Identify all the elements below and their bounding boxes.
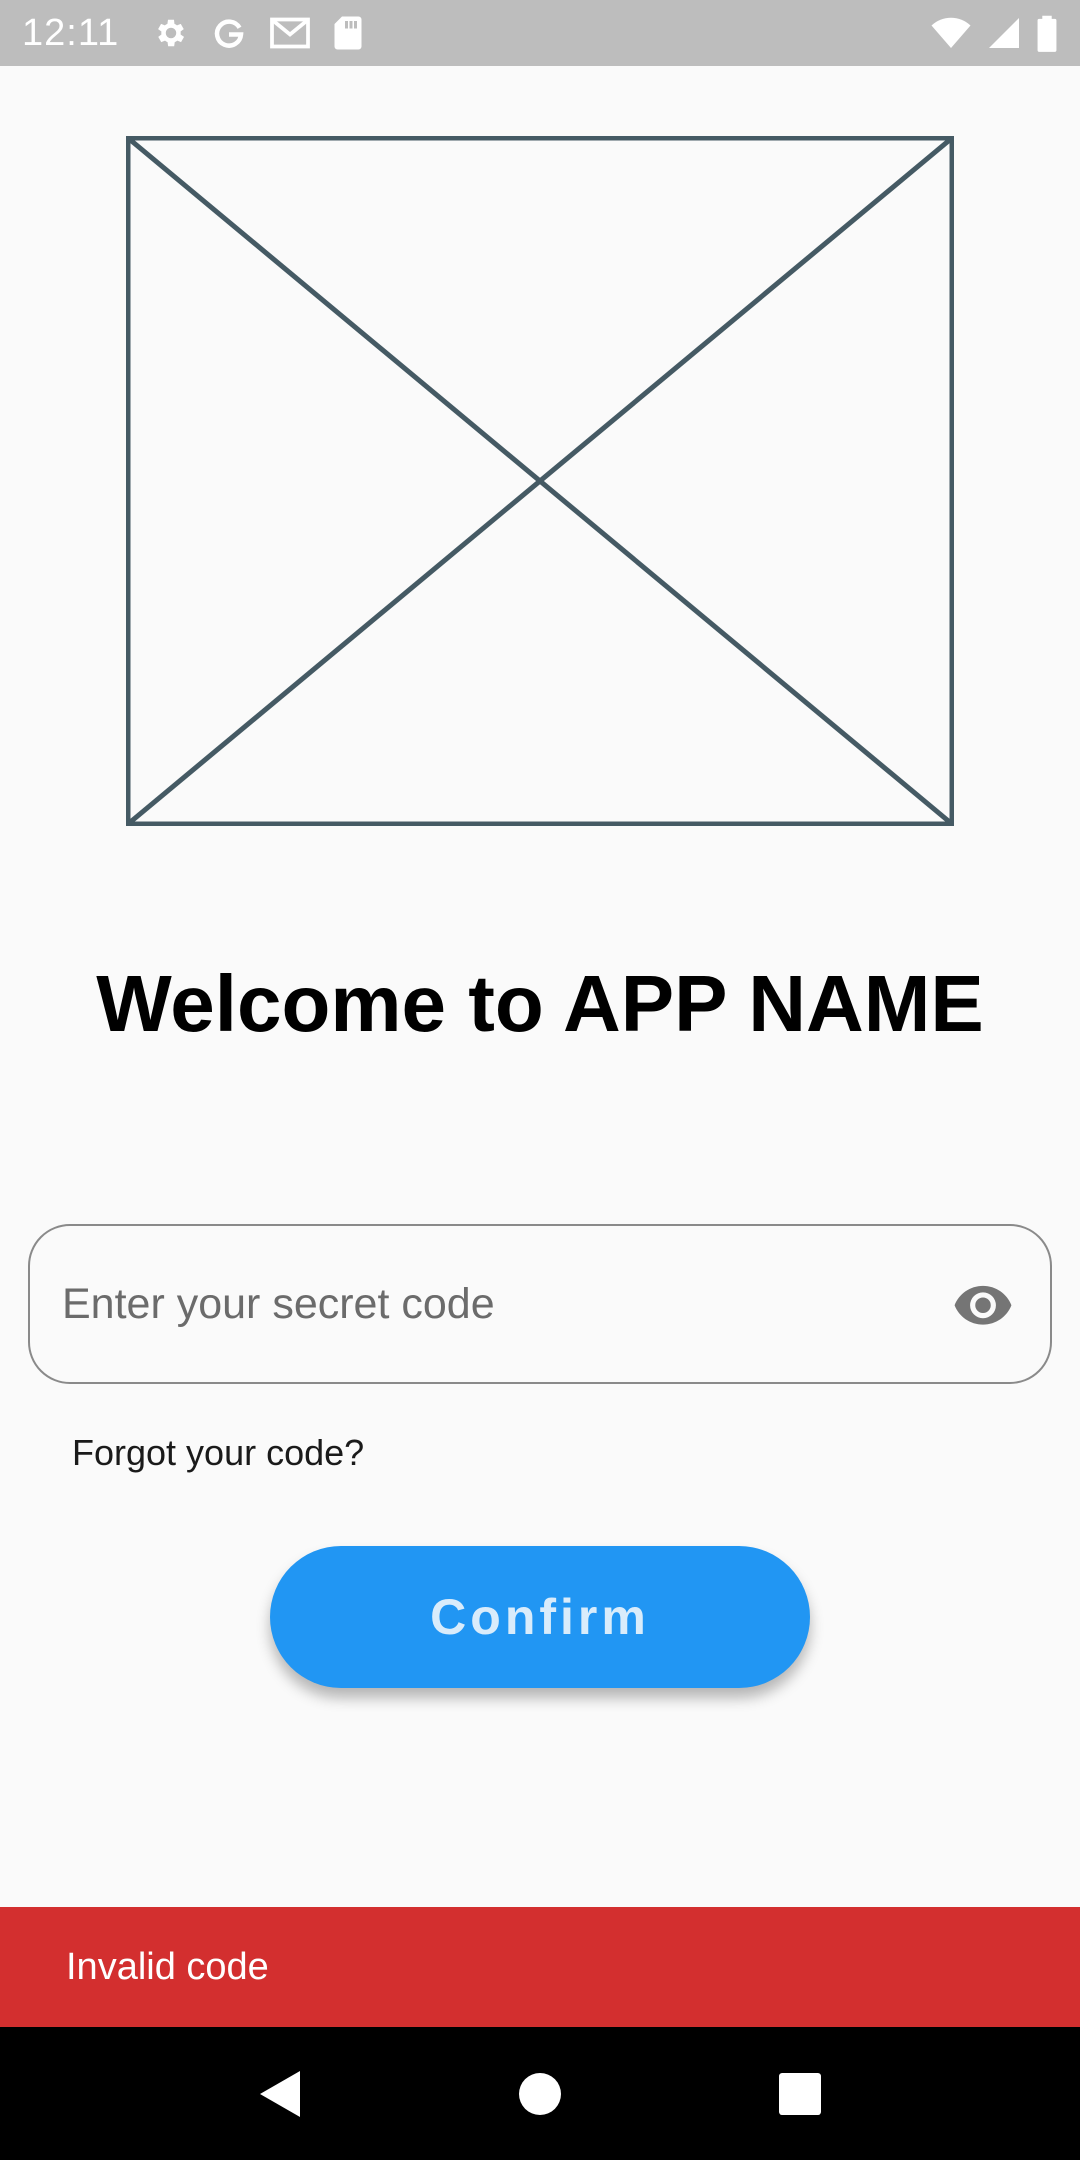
navigation-bar <box>0 2027 1080 2160</box>
eye-icon[interactable] <box>946 1267 1020 1341</box>
back-icon[interactable] <box>240 2054 320 2134</box>
battery-icon <box>1036 14 1058 52</box>
status-bar: 12:11 <box>0 0 1080 66</box>
gmail-icon <box>269 15 311 51</box>
login-screen: 12:11 Welcome to APP NAME Forgot your co… <box>0 0 1080 2160</box>
image-placeholder-icon <box>125 135 955 827</box>
page-title: Welcome to APP NAME <box>96 959 984 1048</box>
cell-signal-icon <box>986 15 1022 51</box>
home-icon[interactable] <box>500 2054 580 2134</box>
status-time: 12:11 <box>22 11 120 54</box>
secret-code-field <box>28 1224 1052 1384</box>
confirm-button[interactable]: Confirm <box>270 1546 810 1688</box>
status-system-icons <box>930 14 1058 52</box>
wifi-icon <box>930 15 972 51</box>
forgot-code-link[interactable]: Forgot your code? <box>72 1432 364 1474</box>
snackbar-message: Invalid code <box>66 1945 269 1988</box>
status-notification-icons <box>153 15 363 51</box>
google-icon <box>211 15 247 51</box>
recents-icon[interactable] <box>760 2054 840 2134</box>
sd-card-icon <box>333 15 363 51</box>
secret-code-input[interactable] <box>30 1226 946 1382</box>
error-snackbar: Invalid code <box>0 1907 1080 2027</box>
settings-icon <box>153 15 189 51</box>
